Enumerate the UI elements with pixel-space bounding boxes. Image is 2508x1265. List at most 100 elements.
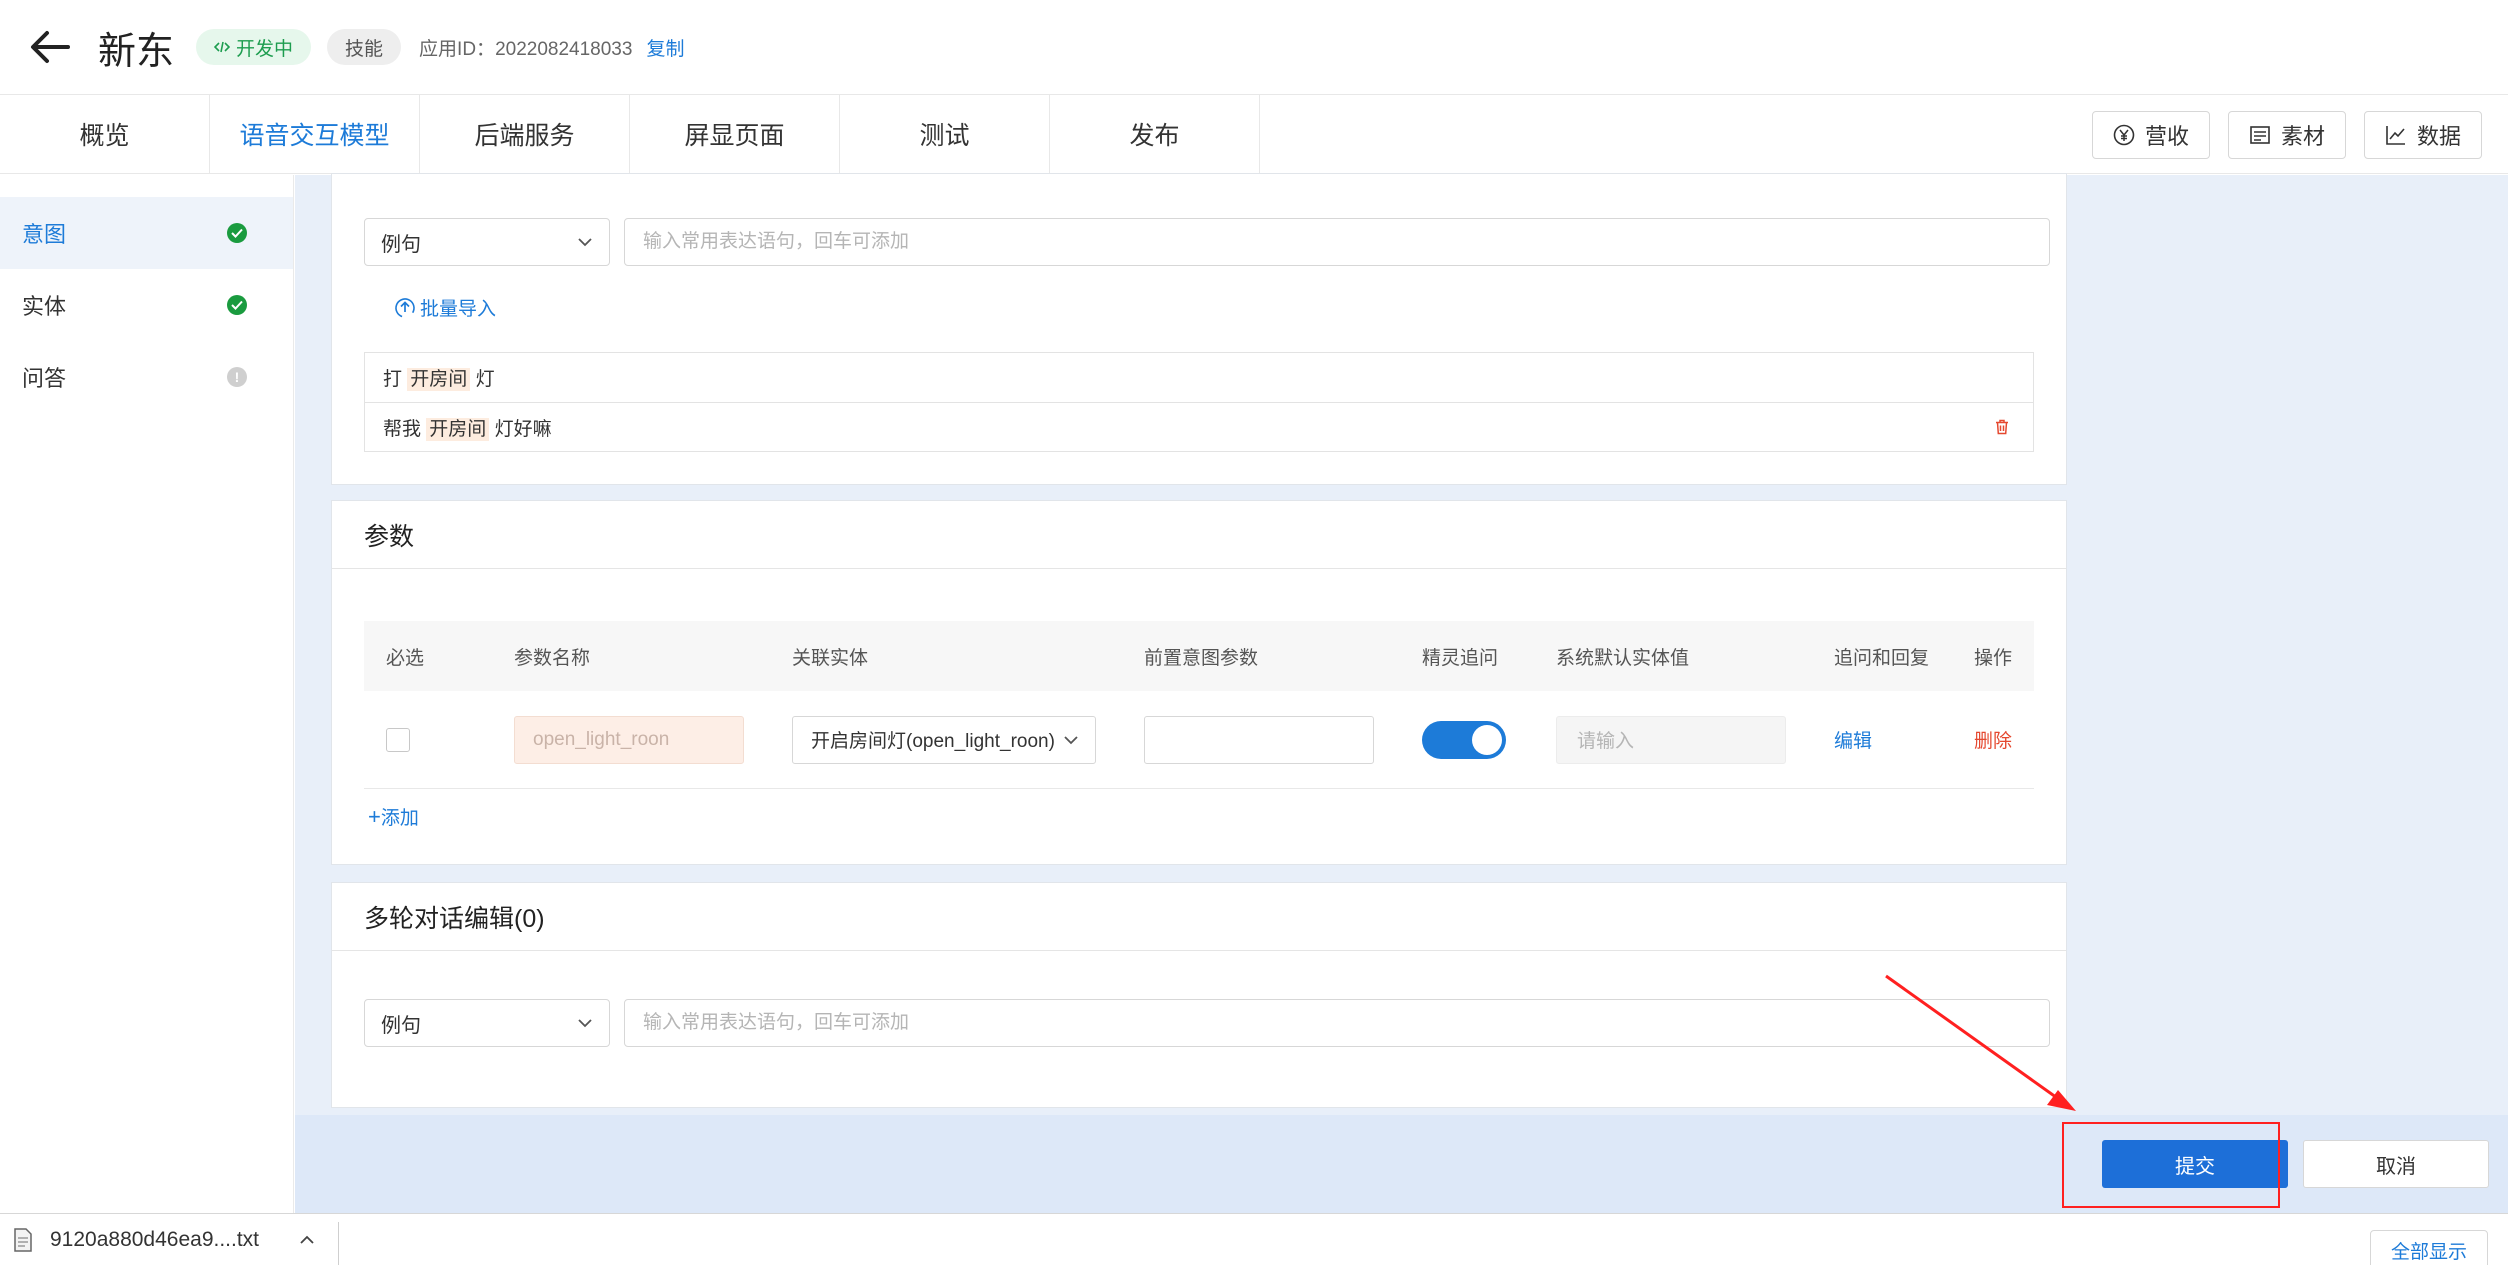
wizard-ask-toggle[interactable] (1422, 720, 1506, 759)
download-filename: 9120a880d46ea9....txt (50, 1228, 260, 1251)
revenue-button[interactable]: 营收 (2091, 111, 2210, 159)
tab-publish[interactable]: 发布 (1050, 95, 1260, 173)
sidebar-item-label: 意图 (22, 222, 67, 247)
app-title: 新东 (98, 30, 175, 73)
params-card: 参数 必选 参数名称 关联实体 前置意图参数 精灵追问 系统默认实体值 追问和回… (331, 500, 2067, 865)
sidebar-item-label: 问答 (22, 366, 67, 391)
app-id-label: 应用ID： (419, 38, 496, 60)
chevron-down-icon (578, 1019, 592, 1028)
line-chart-icon (2386, 126, 2405, 145)
tab-backend[interactable]: 后端服务 (420, 95, 630, 173)
col-default-value: 系统默认实体值 (1556, 647, 1690, 669)
prev-intent-input[interactable] (1144, 715, 1374, 764)
tab-voice-model[interactable]: 语音交互模型 (210, 95, 420, 173)
chevron-down-icon (1064, 735, 1078, 744)
col-param-name: 参数名称 (514, 647, 591, 669)
download-item[interactable]: 9120a880d46ea9....txt (14, 1214, 315, 1265)
back-button[interactable] (28, 25, 72, 69)
file-icon (14, 1228, 32, 1252)
add-param-link[interactable]: +添加 (368, 803, 419, 830)
type-badge: 技能 (327, 29, 402, 65)
download-shelf: 9120a880d46ea9....txt 全部显示 (0, 1213, 2508, 1265)
required-checkbox[interactable] (386, 727, 410, 752)
delete-example-button[interactable] (1989, 414, 2015, 440)
example-text-post: 灯 (470, 369, 495, 390)
upload-icon (395, 297, 415, 318)
edit-reply-link[interactable]: 编辑 (1834, 726, 1872, 753)
status-badge: 开发中 (196, 29, 312, 65)
assets-button[interactable]: 素材 (2227, 111, 2346, 159)
assets-label: 素材 (2280, 124, 2325, 149)
col-operation: 操作 (1974, 647, 2013, 669)
app-id: 应用ID：2022082418033 (419, 34, 632, 61)
default-value-input[interactable]: 请输入 (1556, 715, 1786, 764)
tab-screen-pages[interactable]: 屏显页面 (630, 95, 840, 173)
main-tabs: 概览 语音交互模型 后端服务 屏显页面 测试 发布 营收 素材 数据 (0, 94, 2508, 174)
trash-icon (1996, 419, 2008, 435)
yen-circle-icon (2113, 124, 2135, 146)
sidebar-item-entity[interactable]: 实体 (0, 269, 293, 341)
sidebar-item-label: 实体 (22, 294, 67, 319)
app-id-value: 2022082418033 (495, 38, 633, 60)
multiturn-card: 多轮对话编辑(0) 例句 (331, 882, 2067, 1108)
list-item[interactable]: 帮我 开房间 灯好嘛 (365, 402, 2033, 451)
example-text: 帮我 开房间 灯好嘛 (383, 414, 552, 441)
tab-overview[interactable]: 概览 (0, 95, 210, 173)
params-title: 参数 (332, 501, 2066, 569)
add-param-label: 添加 (380, 808, 419, 829)
col-ask-reply: 追问和回复 (1834, 647, 1930, 669)
batch-import-label: 批量导入 (420, 299, 497, 320)
list-item[interactable]: 打 开房间 灯 (365, 353, 2033, 402)
col-entity: 关联实体 (792, 647, 869, 669)
data-button[interactable]: 数据 (2363, 111, 2482, 159)
arrow-left-icon (31, 31, 70, 63)
batch-import-link[interactable]: 批量导入 (394, 294, 496, 321)
header-tools: 营收 素材 数据 (2091, 111, 2482, 159)
params-table: 必选 参数名称 关联实体 前置意图参数 精灵追问 系统默认实体值 追问和回复 操… (364, 621, 2034, 789)
example-list: 打 开房间 灯 帮我 开房间 灯好嘛 (364, 352, 2034, 452)
entity-highlight[interactable]: 开房间 (426, 417, 490, 441)
col-wizard-ask: 精灵追问 (1422, 647, 1499, 669)
entity-select-value: 开启房间灯(open_light_roon) (811, 731, 1055, 752)
select-value: 例句 (381, 233, 421, 256)
divider (338, 1222, 339, 1265)
param-name-field[interactable]: open_light_roon (514, 715, 744, 764)
chevron-up-icon (300, 1235, 314, 1244)
check-circle-icon (227, 223, 247, 243)
entity-select[interactable]: 开启房间灯(open_light_roon) (792, 715, 1096, 764)
example-input[interactable] (624, 218, 2050, 266)
example-text-pre: 帮我 (383, 418, 427, 440)
revenue-label: 营收 (2144, 124, 2189, 149)
folder-icon (2250, 126, 2270, 144)
tab-test[interactable]: 测试 (840, 95, 1050, 173)
left-sidebar: 意图 实体 问答 ! (0, 175, 294, 1213)
multiturn-type-select[interactable]: 例句 (364, 999, 610, 1047)
plus-icon: + (368, 804, 381, 829)
col-required: 必选 (386, 647, 425, 669)
code-icon (214, 41, 231, 53)
examples-card: 例句 批量导入 打 开房间 灯 帮我 开房间 灯好嘛 (331, 173, 2067, 485)
delete-param-link[interactable]: 删除 (1974, 726, 2012, 753)
sidebar-item-intent[interactable]: 意图 (0, 197, 293, 269)
table-row: open_light_roon 开启房间灯(open_light_roon) 请… (364, 691, 2034, 789)
params-table-header: 必选 参数名称 关联实体 前置意图参数 精灵追问 系统默认实体值 追问和回复 操… (364, 621, 2034, 691)
status-label: 开发中 (236, 38, 294, 60)
check-circle-icon (227, 295, 247, 315)
show-all-downloads-button[interactable]: 全部显示 (2370, 1230, 2488, 1265)
entity-highlight[interactable]: 开房间 (407, 368, 471, 391)
col-prev-intent: 前置意图参数 (1144, 647, 1259, 669)
sidebar-item-qa[interactable]: 问答 ! (0, 341, 293, 413)
cancel-button[interactable]: 取消 (2303, 1140, 2489, 1188)
toggle-knob (1472, 724, 1502, 755)
example-text-post: 灯好嘛 (489, 418, 552, 440)
main-content: 例句 批量导入 打 开房间 灯 帮我 开房间 灯好嘛 参数 必选 参数 (295, 173, 2508, 1213)
submit-button[interactable]: 提交 (2102, 1140, 2288, 1188)
example-type-select[interactable]: 例句 (364, 218, 610, 266)
select-value: 例句 (381, 1014, 421, 1037)
chevron-down-icon (578, 238, 592, 247)
multiturn-input[interactable] (624, 999, 2050, 1047)
data-label: 数据 (2416, 124, 2461, 149)
example-text: 打 开房间 灯 (383, 364, 495, 391)
copy-app-id-link[interactable]: 复制 (646, 34, 684, 61)
multiturn-title: 多轮对话编辑(0) (332, 883, 2066, 951)
